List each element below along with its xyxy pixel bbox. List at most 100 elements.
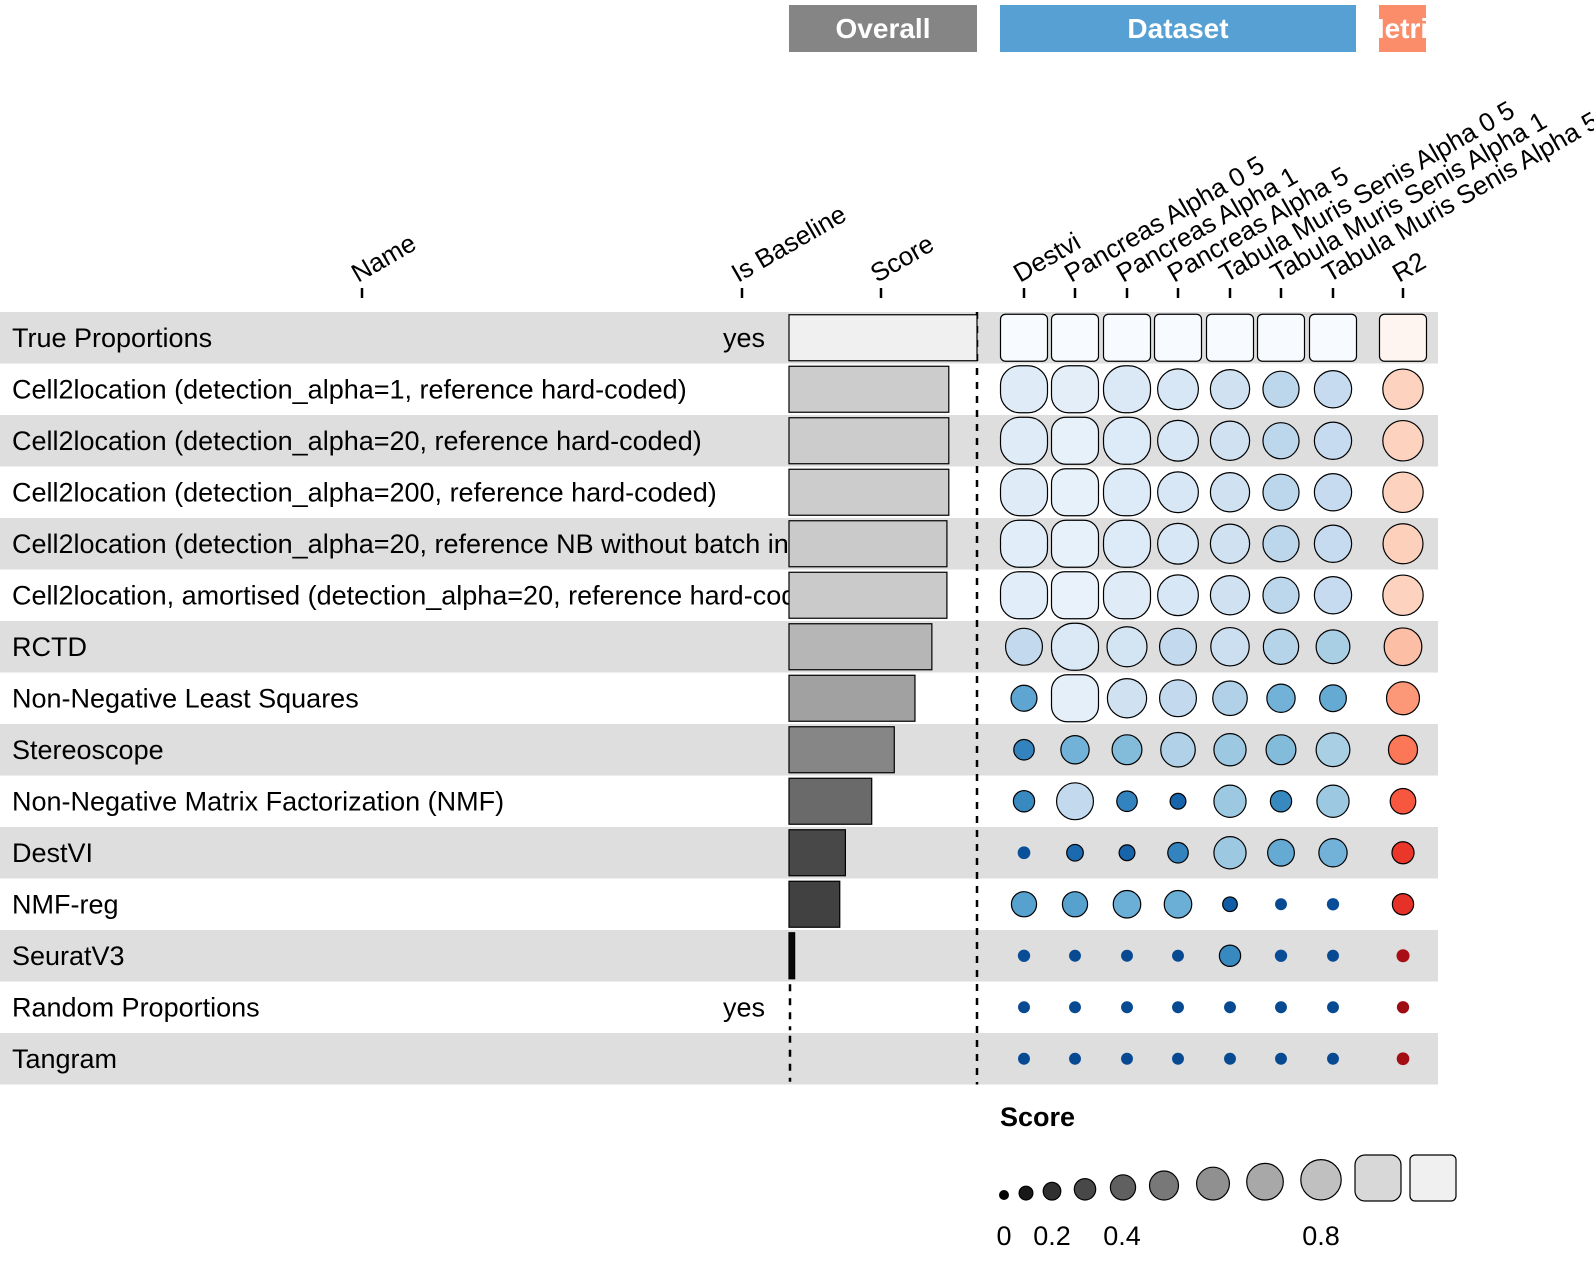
dataset-score-mark — [1213, 733, 1247, 767]
dataset-score-mark — [1102, 365, 1152, 414]
row-name-label: Cell2location (detection_alpha=200, refe… — [12, 477, 717, 507]
column-groups: Overall Dataset Metric — [789, 5, 1443, 52]
dataset-score-mark — [1121, 1001, 1133, 1014]
score-bar — [788, 932, 796, 980]
legend-mark — [1300, 1159, 1342, 1201]
metric-score-mark — [1391, 893, 1415, 916]
dataset-score-mark — [1262, 525, 1300, 563]
dataset-score-mark — [1316, 784, 1350, 818]
row-name-label: SeuratV3 — [12, 941, 125, 971]
dataset-score-mark — [1050, 622, 1100, 671]
score-bar — [788, 314, 978, 362]
score-legend: Score 0 0.2 0.4 0.8 — [996, 1102, 1457, 1251]
table-row: Non-Negative Matrix Factorization (NMF) — [12, 777, 1417, 825]
column-group-label: Metric — [1361, 13, 1443, 44]
dataset-score-mark — [1157, 574, 1199, 617]
dataset-score-mark — [1275, 1001, 1287, 1014]
dataset-score-mark — [1060, 735, 1090, 765]
dataset-score-mark — [999, 519, 1049, 568]
score-bar — [788, 777, 873, 825]
column-header-label: Name — [346, 228, 421, 289]
row-name-label: Cell2location, amortised (detection_alph… — [12, 580, 835, 610]
row-background — [0, 1033, 1438, 1085]
score-bar — [788, 571, 948, 619]
legend-tick-label: 0.8 — [1302, 1221, 1340, 1251]
dataset-score-mark — [1157, 368, 1199, 411]
row-name-label: Tangram — [12, 1044, 117, 1074]
score-bar — [788, 829, 847, 877]
dataset-score-mark — [1157, 419, 1199, 462]
score-bar — [788, 417, 950, 465]
dataset-score-mark — [1017, 846, 1031, 860]
metric-score-mark — [1382, 419, 1424, 462]
score-bar — [788, 365, 950, 413]
legend-mark — [1073, 1178, 1097, 1201]
dataset-score-mark — [999, 313, 1049, 362]
dataset-score-mark — [1169, 792, 1187, 810]
dataset-score-mark — [1267, 838, 1295, 867]
dataset-score-mark — [1274, 949, 1288, 962]
metric-score-mark — [1387, 734, 1419, 765]
dataset-score-mark — [1102, 416, 1152, 465]
column-headers: Name Is Baseline Score DestviPancreas Alpha… — [346, 95, 1594, 298]
dataset-score-mark — [1327, 1052, 1339, 1065]
row-name-label: DestVI — [12, 838, 93, 868]
metric-score-mark — [1396, 949, 1410, 963]
dataset-score-mark — [1275, 1052, 1287, 1065]
dataset-score-mark — [1205, 313, 1255, 362]
dataset-score-mark — [1308, 313, 1358, 362]
dataset-score-mark — [1116, 790, 1138, 813]
score-bar — [788, 520, 948, 568]
legend-mark — [1042, 1181, 1062, 1201]
dataset-score-mark — [1266, 683, 1296, 713]
dataset-score-mark — [1106, 678, 1148, 719]
row-name-label: NMF-reg — [12, 889, 119, 919]
table-row: Cell2location (detection_alpha=200, refe… — [12, 468, 1424, 517]
legend-mark — [1195, 1166, 1230, 1201]
dataset-score-mark — [1050, 416, 1100, 465]
dataset-score-mark — [1102, 313, 1152, 362]
table-row: NMF-reg — [12, 880, 1415, 928]
column-header-label: Score — [865, 228, 939, 288]
dataset-score-mark — [1275, 898, 1287, 911]
dataset-score-mark — [1209, 523, 1251, 564]
table-row: Cell2location, amortised (detection_alph… — [12, 571, 1424, 620]
legend-tick-label: 0.4 — [1103, 1221, 1141, 1251]
metric-score-mark — [1389, 787, 1417, 815]
dataset-score-mark — [1209, 575, 1251, 616]
dataset-score-mark — [1102, 468, 1152, 517]
column-group: Metric — [1361, 5, 1443, 52]
dataset-score-mark — [1055, 782, 1095, 821]
metric-score-mark — [1396, 1001, 1410, 1014]
dataset-score-mark — [1213, 784, 1247, 818]
dataset-score-mark — [1172, 1052, 1184, 1065]
dataset-score-mark — [1010, 684, 1038, 712]
dataset-score-mark — [1112, 889, 1142, 919]
dataset-score-mark — [1118, 844, 1136, 862]
dataset-score-mark — [1018, 1052, 1030, 1065]
score-bar — [788, 880, 841, 928]
score-bar — [788, 726, 895, 774]
funky-heatmap-chart: Overall Dataset Metric Name Is Baseline Scor… — [0, 5, 1594, 1251]
row-name-label: Cell2location (detection_alpha=1, refere… — [12, 374, 687, 404]
table-row: Random Proportions yes — [12, 984, 1410, 1031]
dataset-score-mark — [999, 468, 1049, 517]
metric-score-mark — [1382, 471, 1424, 514]
score-bar — [788, 623, 933, 671]
dataset-score-mark — [1158, 627, 1198, 666]
dataset-score-mark — [1050, 468, 1100, 517]
dataset-score-mark — [1315, 629, 1351, 665]
legend-mark — [1109, 1174, 1137, 1201]
dataset-score-mark — [1069, 1052, 1081, 1065]
dataset-score-mark — [1313, 524, 1353, 563]
dataset-score-mark — [1102, 519, 1152, 568]
row-name-label: Cell2location (detection_alpha=20, refer… — [12, 529, 820, 559]
dataset-score-mark — [999, 571, 1049, 620]
dataset-score-mark — [1050, 519, 1100, 568]
dataset-score-mark — [1224, 1001, 1236, 1014]
dataset-score-mark — [1269, 790, 1293, 813]
dataset-score-mark — [1069, 1001, 1081, 1014]
row-name-label: Non-Negative Least Squares — [12, 683, 359, 713]
legend-mark — [1354, 1154, 1402, 1202]
dataset-score-mark — [1262, 370, 1300, 408]
